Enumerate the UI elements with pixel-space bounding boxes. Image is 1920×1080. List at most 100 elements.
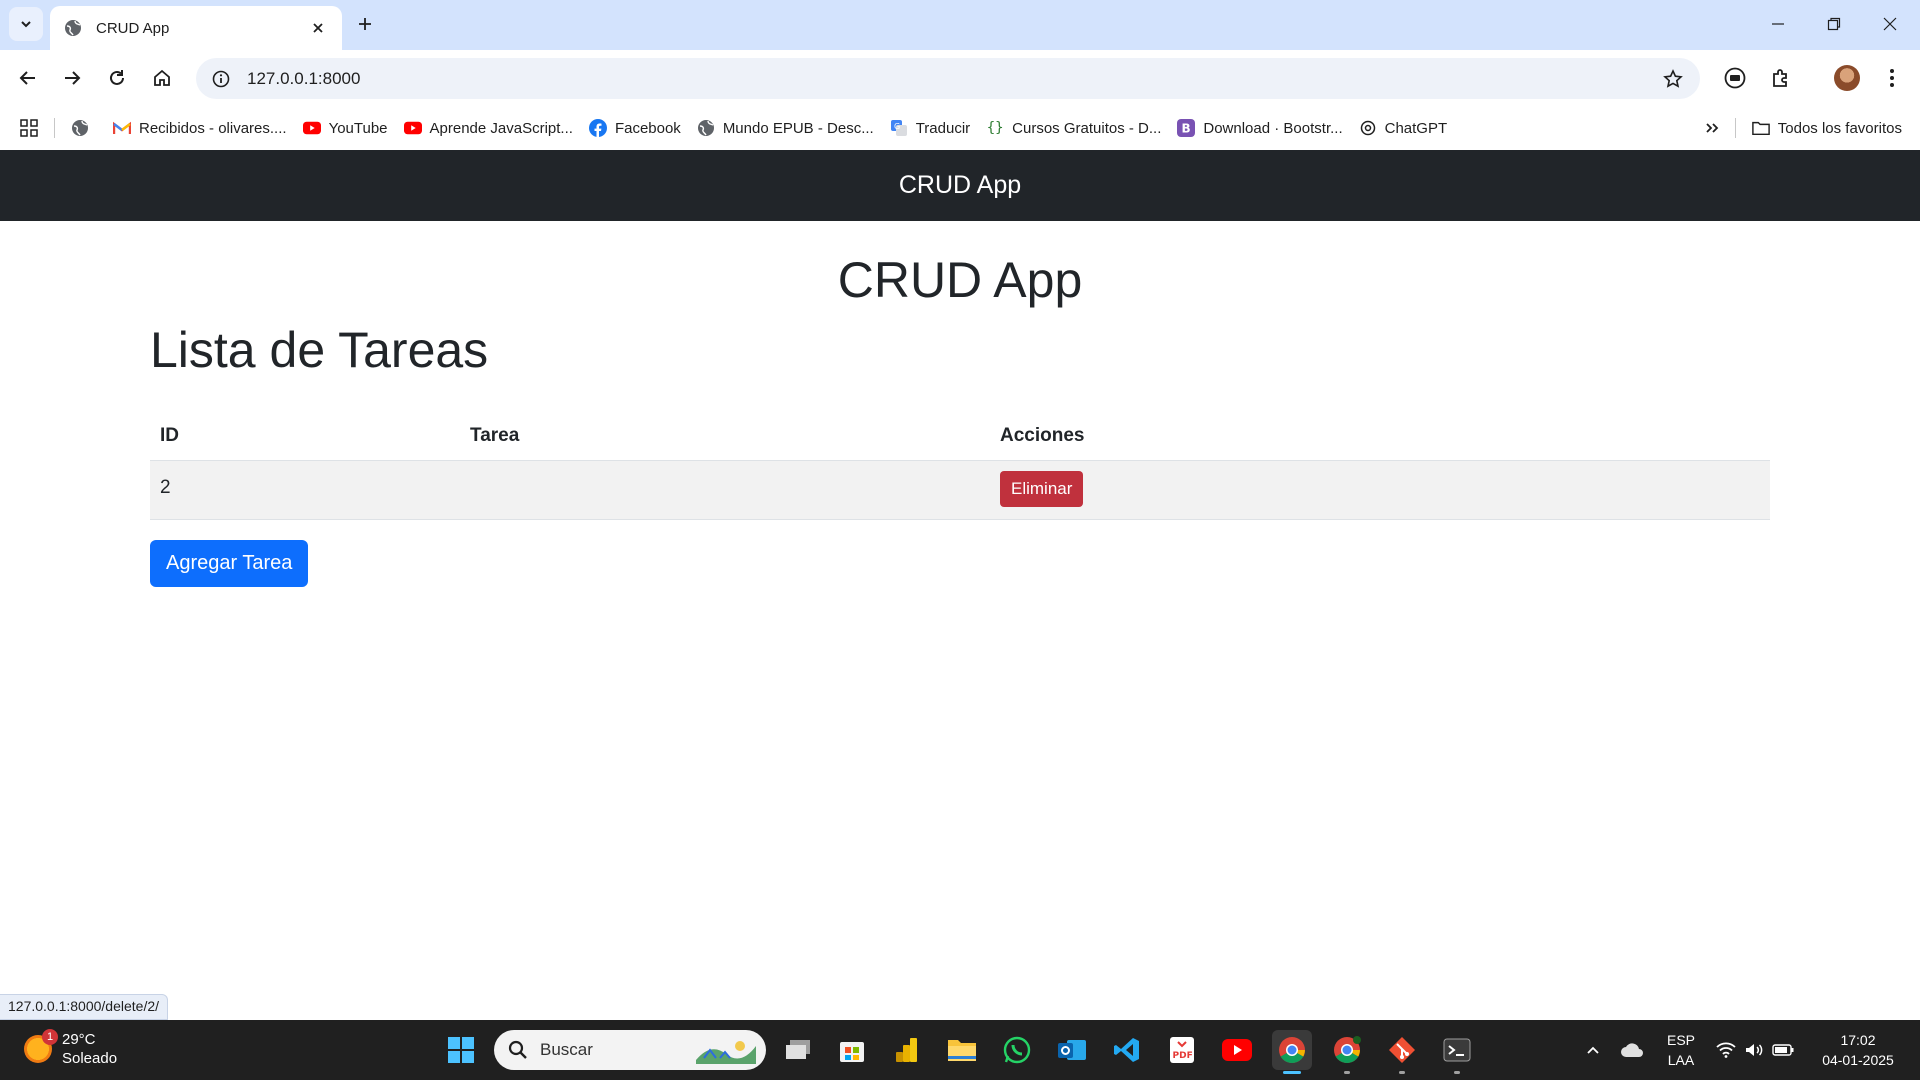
bookmark-label: Download · Bootstr...: [1203, 119, 1343, 137]
youtube-icon: [1222, 1039, 1252, 1061]
notification-badge: 1: [42, 1029, 58, 1045]
taskbar-file-explorer[interactable]: [942, 1030, 982, 1070]
address-bar[interactable]: 127.0.0.1:8000: [196, 58, 1700, 99]
table-header-row: ID Tarea Acciones: [150, 413, 1770, 461]
chevron-down-icon: [21, 21, 31, 28]
bookmark-chatgpt[interactable]: ChatGPT: [1351, 113, 1456, 143]
taskbar-power-bi[interactable]: [887, 1030, 927, 1070]
tab-search-button[interactable]: [9, 7, 43, 41]
power-bi-icon: [896, 1038, 917, 1062]
url-text[interactable]: 127.0.0.1:8000: [247, 69, 1660, 89]
taskbar-outlook[interactable]: [1052, 1030, 1092, 1070]
profile-button[interactable]: [1831, 62, 1863, 94]
task-view-icon: [786, 1040, 810, 1059]
bookmark-mundo-epub[interactable]: Mundo EPUB - Desc...: [689, 113, 882, 143]
bookmark-label: Mundo EPUB - Desc...: [722, 119, 874, 137]
back-button[interactable]: [12, 62, 44, 94]
apps-grid-icon: [20, 119, 38, 137]
page-title: CRUD App: [837, 252, 1083, 308]
taskbar-git[interactable]: [1382, 1030, 1422, 1074]
whatsapp-icon: [1003, 1036, 1031, 1064]
delete-task-button[interactable]: Eliminar: [1000, 470, 1084, 507]
clock[interactable]: 17:02 04-01-2025: [1810, 1020, 1906, 1080]
close-tab-icon[interactable]: [308, 18, 328, 38]
site-info-icon[interactable]: [209, 67, 233, 91]
media-control-button[interactable]: [1719, 62, 1751, 94]
restore-icon: [1827, 17, 1841, 31]
avatar: [1834, 65, 1860, 91]
bookmark-globe[interactable]: [63, 113, 105, 143]
new-tab-button[interactable]: [352, 11, 378, 37]
browser-menu-button[interactable]: [1876, 62, 1908, 94]
onedrive-button[interactable]: [1617, 1020, 1647, 1080]
folder-icon: [948, 1040, 976, 1061]
reload-button[interactable]: [101, 62, 133, 94]
taskbar-vscode[interactable]: [1107, 1030, 1147, 1070]
taskbar-microsoft-store[interactable]: [832, 1030, 872, 1070]
chevron-up-icon: [1587, 1046, 1599, 1054]
all-bookmarks-button[interactable]: Todos los favoritos: [1744, 113, 1920, 143]
taskbar-task-view[interactable]: [778, 1030, 818, 1070]
pdf-icon: PDF: [1170, 1037, 1194, 1063]
globe-icon: [71, 119, 89, 137]
main-container: CRUD App Lista de Tareas ID Tarea Accion…: [150, 221, 1770, 587]
taskbar-search[interactable]: Buscar: [494, 1030, 766, 1070]
outlook-icon: [1058, 1040, 1086, 1060]
column-header-acciones: Acciones: [990, 413, 1770, 461]
bookmark-label: Aprende JavaScript...: [429, 119, 573, 137]
puzzle-icon: [1773, 69, 1787, 87]
bookmark-youtube[interactable]: YouTube: [295, 113, 396, 143]
forward-button[interactable]: [56, 62, 88, 94]
taskbar-chrome-profile[interactable]: [1327, 1030, 1367, 1074]
media-icon: [1724, 67, 1746, 89]
home-button[interactable]: [146, 62, 178, 94]
show-hidden-icons-button[interactable]: [1578, 1020, 1608, 1080]
gmail-icon: [113, 119, 131, 137]
bookmark-label: YouTube: [328, 119, 388, 137]
minimize-button[interactable]: [1750, 0, 1806, 48]
table-row: 2 Eliminar: [150, 460, 1770, 520]
bookmark-bootstrap[interactable]: B Download · Bootstr...: [1169, 113, 1350, 143]
bookmark-cursos-gratuitos[interactable]: {} Cursos Gratuitos - D...: [978, 113, 1169, 143]
section-title: Lista de Tareas: [150, 322, 489, 378]
keyboard-layout: LAA: [1667, 1052, 1695, 1068]
bookmark-star-icon[interactable]: [1660, 66, 1686, 92]
close-icon: [1883, 17, 1897, 31]
bookmark-label: Traducir: [915, 119, 971, 137]
running-indicator: [1344, 1071, 1350, 1074]
chrome-icon: [1334, 1036, 1361, 1064]
clock-time: 17:02: [1840, 1032, 1876, 1048]
home-icon: [154, 69, 170, 86]
taskbar-terminal[interactable]: [1437, 1030, 1477, 1074]
sun-icon: 1: [24, 1029, 58, 1063]
tab-crud-app[interactable]: CRUD App: [50, 6, 342, 50]
start-button[interactable]: [441, 1030, 481, 1070]
taskbar-youtube[interactable]: [1217, 1030, 1257, 1070]
clock-date: 04-01-2025: [1822, 1052, 1894, 1068]
taskbar-pdf-app[interactable]: PDF: [1162, 1030, 1202, 1070]
extensions-button[interactable]: [1765, 62, 1797, 94]
close-window-button[interactable]: [1862, 0, 1918, 48]
taskbar-whatsapp[interactable]: [997, 1030, 1037, 1070]
terminal-icon: [1443, 1038, 1471, 1062]
taskbar-chrome[interactable]: [1272, 1030, 1312, 1074]
quick-settings-button[interactable]: [1714, 1020, 1796, 1080]
more-bookmarks-button[interactable]: [1697, 113, 1727, 143]
bookmark-traducir[interactable]: G Traducir: [882, 113, 978, 143]
bookmark-gmail[interactable]: Recibidos - olivares....: [105, 113, 295, 143]
navbar-brand[interactable]: CRUD App: [899, 171, 1021, 200]
folder-icon: [1751, 119, 1770, 137]
weather-widget[interactable]: 1 29°C Soleado: [24, 1029, 117, 1068]
language-indicator[interactable]: ESP LAA: [1660, 1020, 1702, 1080]
bootstrap-icon: B: [1177, 119, 1196, 137]
cloud-icon: [1621, 1043, 1643, 1057]
task-id-cell: 2: [150, 460, 460, 520]
bookmark-facebook[interactable]: Facebook: [581, 113, 689, 143]
column-header-tarea: Tarea: [460, 413, 990, 461]
code-braces-icon: {}: [986, 120, 1004, 136]
add-task-button[interactable]: Agregar Tarea: [150, 539, 309, 587]
bookmark-aprende-javascript[interactable]: Aprende JavaScript...: [396, 113, 581, 143]
restore-button[interactable]: [1806, 0, 1862, 48]
facebook-icon: [588, 119, 607, 137]
apps-button[interactable]: [0, 113, 46, 143]
